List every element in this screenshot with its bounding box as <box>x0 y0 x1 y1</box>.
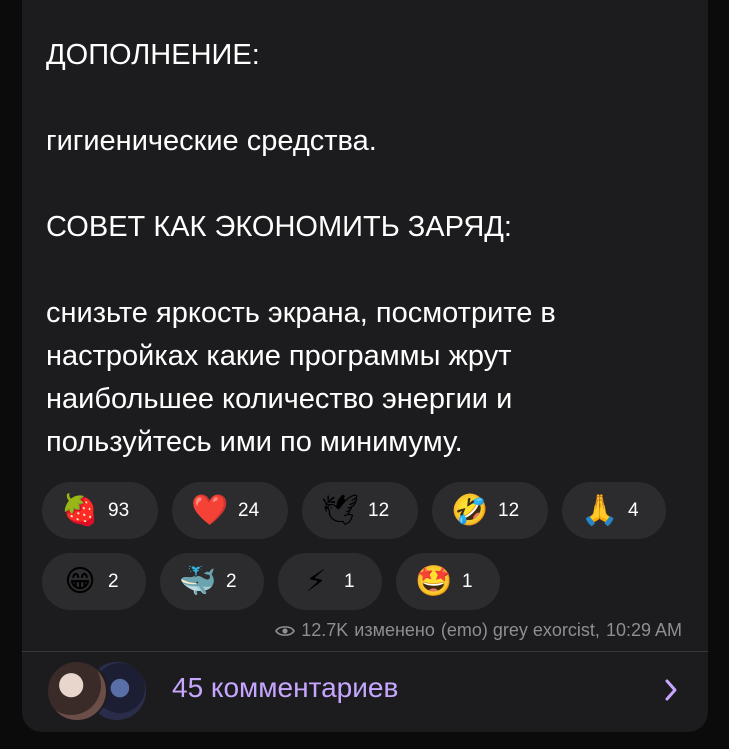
reaction-count: 12 <box>368 499 390 521</box>
reaction-count: 2 <box>108 570 119 592</box>
eye-icon <box>275 624 296 638</box>
reaction-count: 1 <box>344 570 355 592</box>
grin-icon: 😁 <box>64 563 96 599</box>
dove-icon: 🕊 <box>320 492 360 528</box>
edited-label: изменено <box>354 620 435 640</box>
timestamp: 10:29 AM <box>605 620 682 640</box>
reaction-pray[interactable]: 🙏 4 <box>562 482 666 539</box>
hygiene-line: гигиенические средства. <box>46 125 377 157</box>
comments-button[interactable]: 45 комментариев <box>22 652 708 732</box>
star-struck-icon: 🤩 <box>415 563 453 599</box>
reaction-count: 93 <box>108 499 130 521</box>
reaction-zap[interactable]: ⚡ 1 <box>278 553 382 610</box>
reaction-star-struck[interactable]: 🤩 1 <box>396 553 500 610</box>
reaction-whale[interactable]: 🐳 2 <box>160 553 264 610</box>
commenter-avatars <box>46 660 156 724</box>
reaction-grin[interactable]: 😁 2 <box>42 553 146 610</box>
advice-line: наибольшее количество энергии и <box>46 383 513 415</box>
chevron-right-icon <box>664 678 678 707</box>
advice-heading: СОВЕТ КАК ЭКОНОМИТЬ ЗАРЯД: <box>46 211 512 243</box>
message-bubble: ДОПОЛНЕНИЕ: гигиенические средства. СОВЕ… <box>22 0 708 732</box>
reactions: 🍓 93 ❤️ 24 🕊 12 🤣 12 🙏 4 😁 2 🐳 2 ⚡ 1 🤩 1 <box>42 482 692 624</box>
message-meta: 12.7K изменено (emo) grey exorcist, 10:2… <box>275 620 682 641</box>
comments-label: 45 комментариев <box>172 672 399 703</box>
reaction-count: 2 <box>226 570 237 592</box>
rofl-icon: 🤣 <box>451 492 489 528</box>
advice-line: пользуйтесь ими по минимуму. <box>46 426 463 458</box>
advice-line: снизьте яркость экрана, посмотрите в <box>46 297 556 329</box>
avatar <box>46 660 108 722</box>
zap-icon: ⚡ <box>305 563 327 599</box>
strawberry-icon: 🍓 <box>61 492 99 528</box>
reaction-strawberry[interactable]: 🍓 93 <box>42 482 158 539</box>
advice-line: настройках какие программы жрут <box>46 340 512 372</box>
reaction-count: 1 <box>462 570 473 592</box>
reaction-dove[interactable]: 🕊 12 <box>302 482 418 539</box>
message-text: ДОПОЛНЕНИЕ: гигиенические средства. СОВЕ… <box>46 34 686 464</box>
author-signature: (emo) grey exorcist, <box>440 620 600 640</box>
reaction-count: 12 <box>498 499 520 521</box>
view-count: 12.7K <box>301 620 349 640</box>
supplement-heading: ДОПОЛНЕНИЕ: <box>46 39 260 71</box>
pray-icon: 🙏 <box>581 492 619 528</box>
reaction-count: 24 <box>238 499 260 521</box>
reaction-rofl[interactable]: 🤣 12 <box>432 482 548 539</box>
heart-icon: ❤️ <box>191 492 229 528</box>
whale-icon: 🐳 <box>179 563 217 599</box>
reaction-count: 4 <box>628 499 639 521</box>
reaction-heart[interactable]: ❤️ 24 <box>172 482 288 539</box>
